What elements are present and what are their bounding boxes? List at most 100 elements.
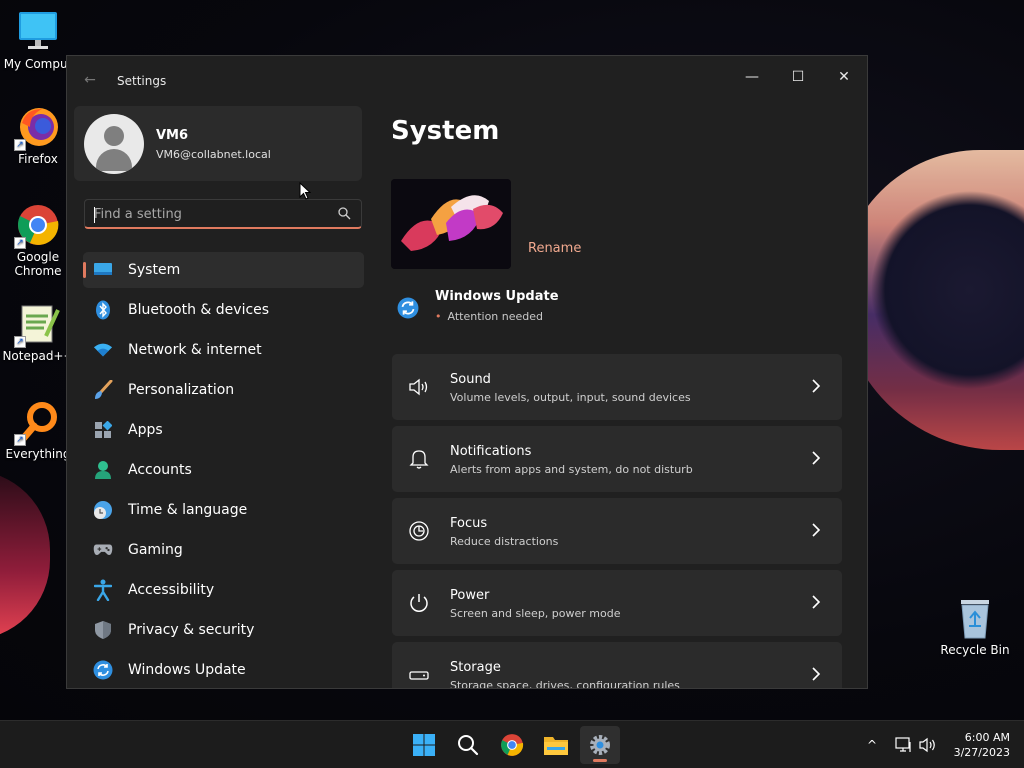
card-title: Power bbox=[450, 588, 490, 603]
bluetooth-icon bbox=[93, 300, 113, 320]
window-title: Settings bbox=[117, 74, 167, 88]
search-icon bbox=[458, 735, 479, 756]
desktop-icon-everything[interactable]: ↗ Everything bbox=[0, 400, 76, 461]
sidebar-nav: System Bluetooth & devices Network & int… bbox=[83, 252, 364, 688]
sidebar-item-accounts[interactable]: Accounts bbox=[83, 452, 364, 488]
sidebar-item-label: Time & language bbox=[128, 502, 248, 518]
gamepad-icon bbox=[93, 540, 113, 560]
wifi-icon bbox=[93, 340, 113, 360]
bell-icon bbox=[409, 450, 429, 469]
windows-start-icon bbox=[413, 734, 435, 756]
taskbar-file-explorer-button[interactable] bbox=[536, 726, 576, 764]
sidebar-item-bluetooth[interactable]: Bluetooth & devices bbox=[83, 292, 364, 328]
card-notifications[interactable]: Notifications Alerts from apps and syste… bbox=[392, 426, 842, 492]
chevron-up-icon: ^ bbox=[866, 738, 878, 752]
sidebar-item-accessibility[interactable]: Accessibility bbox=[83, 572, 364, 608]
desktop-icon-google-chrome[interactable]: ↗ Google Chrome bbox=[0, 203, 76, 278]
tray-network-button[interactable] bbox=[894, 735, 914, 755]
user-profile-card[interactable]: VM6 VM6@collabnet.local bbox=[74, 106, 362, 181]
desktop-icon-label: Recycle Bin bbox=[940, 643, 1010, 657]
arrow-left-icon: ← bbox=[84, 72, 96, 88]
shortcut-arrow-icon: ↗ bbox=[14, 237, 26, 249]
desktop-icon-recycle-bin[interactable]: Recycle Bin bbox=[937, 596, 1013, 657]
windows-update-status-text: Attention needed bbox=[447, 310, 544, 323]
sidebar-item-system[interactable]: System bbox=[83, 252, 364, 288]
sidebar-item-label: Bluetooth & devices bbox=[128, 302, 270, 318]
sidebar-item-label: System bbox=[128, 262, 181, 278]
close-button[interactable]: ✕ bbox=[821, 62, 867, 92]
desktop-icon-label: Notepad++ bbox=[2, 349, 74, 363]
card-title: Sound bbox=[450, 372, 491, 387]
maximize-icon: ☐ bbox=[791, 69, 805, 85]
card-title: Focus bbox=[450, 516, 488, 531]
taskbar-chrome-button[interactable] bbox=[492, 726, 532, 764]
card-subtitle: Volume levels, output, input, sound devi… bbox=[450, 391, 691, 404]
power-icon bbox=[410, 594, 428, 612]
everything-search-icon: ↗ bbox=[14, 400, 60, 446]
card-storage[interactable]: Storage Storage space, drives, configura… bbox=[392, 642, 842, 689]
card-sound[interactable]: Sound Volume levels, output, input, soun… bbox=[392, 354, 842, 420]
maximize-button[interactable]: ☐ bbox=[775, 62, 821, 92]
sidebar-item-privacy-security[interactable]: Privacy & security bbox=[83, 612, 364, 648]
card-focus[interactable]: Focus Reduce distractions bbox=[392, 498, 842, 564]
taskbar-settings-button[interactable] bbox=[580, 726, 620, 764]
desktop-icon-my-computer[interactable]: My Comput bbox=[0, 10, 76, 71]
taskbar: ^ 6:00 AM 3/27/2023 bbox=[0, 720, 1024, 768]
chrome-icon bbox=[501, 734, 524, 756]
active-app-indicator bbox=[593, 759, 607, 762]
folder-icon bbox=[544, 737, 568, 755]
storage-icon bbox=[409, 671, 429, 680]
desktop-icon-label: Everything bbox=[5, 447, 71, 461]
windows-update-subtitle: • Attention needed bbox=[435, 310, 543, 323]
sidebar-item-time-language[interactable]: Time & language bbox=[83, 492, 364, 528]
profile-email: VM6@collabnet.local bbox=[156, 148, 271, 161]
desktop-icon-notepad-plus-plus[interactable]: ↗ Notepad++ bbox=[0, 302, 76, 363]
mouse-cursor-icon bbox=[299, 182, 311, 200]
shortcut-arrow-icon: ↗ bbox=[14, 434, 26, 446]
focus-icon bbox=[409, 521, 429, 541]
sidebar-item-label: Apps bbox=[128, 422, 163, 438]
account-icon bbox=[93, 460, 113, 480]
chevron-right-icon bbox=[812, 523, 821, 537]
desktop-icon-label: Google Chrome bbox=[14, 250, 62, 278]
chevron-right-icon bbox=[812, 379, 821, 393]
page-title: System bbox=[391, 116, 500, 146]
desktop-icon-label: My Comput bbox=[3, 57, 73, 71]
network-wired-icon bbox=[895, 737, 911, 752]
taskbar-search-button[interactable] bbox=[448, 726, 488, 764]
minimize-icon: — bbox=[745, 69, 759, 85]
close-icon: ✕ bbox=[838, 69, 850, 85]
card-subtitle: Reduce distractions bbox=[450, 535, 559, 548]
settings-window: ← Settings — ☐ ✕ VM6 VM6@collabnet.local… bbox=[66, 55, 868, 689]
desktop-wallpaper-thumbnail bbox=[391, 179, 511, 269]
search-box[interactable] bbox=[84, 199, 362, 229]
search-input[interactable] bbox=[94, 204, 334, 224]
settings-cards: Sound Volume levels, output, input, soun… bbox=[392, 354, 842, 689]
tray-volume-button[interactable] bbox=[918, 735, 938, 755]
sidebar-item-label: Accounts bbox=[128, 462, 192, 478]
recycle-bin-icon bbox=[953, 596, 997, 640]
firefox-icon: ↗ bbox=[14, 105, 60, 151]
card-subtitle: Storage space, drives, configuration rul… bbox=[450, 679, 680, 689]
tray-overflow-button[interactable]: ^ bbox=[862, 735, 882, 755]
sidebar-item-network[interactable]: Network & internet bbox=[83, 332, 364, 368]
sidebar-item-apps[interactable]: Apps bbox=[83, 412, 364, 448]
wallpaper-shape bbox=[0, 470, 50, 640]
clock-time: 6:00 AM bbox=[964, 731, 1010, 744]
card-title: Notifications bbox=[450, 444, 532, 459]
sidebar-item-windows-update[interactable]: Windows Update bbox=[83, 652, 364, 688]
card-subtitle: Screen and sleep, power mode bbox=[450, 607, 621, 620]
sidebar-item-label: Accessibility bbox=[128, 582, 215, 598]
rename-link[interactable]: Rename bbox=[528, 241, 581, 256]
taskbar-start-button[interactable] bbox=[404, 726, 444, 764]
title-bar[interactable]: ← Settings — ☐ ✕ bbox=[67, 56, 867, 104]
minimize-button[interactable]: — bbox=[729, 62, 775, 92]
taskbar-clock[interactable]: 6:00 AM 3/27/2023 bbox=[954, 730, 1010, 760]
sidebar-item-label: Windows Update bbox=[128, 662, 246, 678]
card-power[interactable]: Power Screen and sleep, power mode bbox=[392, 570, 842, 636]
desktop-icon-firefox[interactable]: ↗ Firefox bbox=[0, 105, 76, 166]
shield-icon bbox=[93, 620, 113, 640]
sidebar-item-gaming[interactable]: Gaming bbox=[83, 532, 364, 568]
sidebar-item-personalization[interactable]: Personalization bbox=[83, 372, 364, 408]
back-button[interactable]: ← bbox=[81, 71, 99, 89]
